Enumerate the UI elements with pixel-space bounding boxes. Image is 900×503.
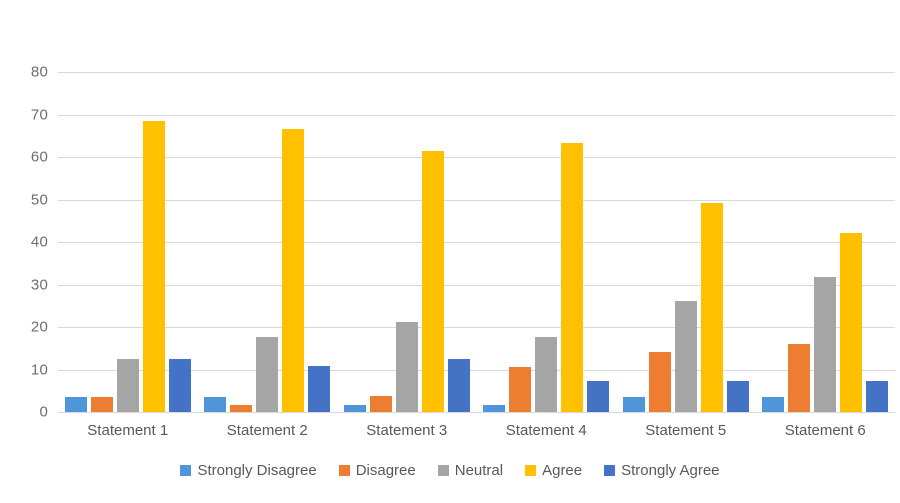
legend-label: Strongly Agree bbox=[621, 462, 720, 479]
bar bbox=[308, 366, 331, 412]
bar bbox=[726, 381, 749, 412]
bar bbox=[648, 352, 671, 412]
bar bbox=[788, 344, 811, 412]
y-tick-label: 80 bbox=[30, 63, 48, 81]
bar bbox=[814, 277, 837, 412]
bar bbox=[700, 203, 723, 412]
bar bbox=[421, 151, 444, 412]
legend-swatch-icon bbox=[525, 465, 537, 476]
legend-label: Disagree bbox=[355, 462, 416, 479]
bar bbox=[587, 381, 610, 412]
legend-label: Agree bbox=[542, 462, 583, 479]
x-tick-label: Statement 4 bbox=[505, 422, 587, 439]
legend-swatch-icon bbox=[180, 465, 192, 476]
legend-label: Neutral bbox=[454, 462, 504, 479]
legend-item[interactable]: Disagree bbox=[338, 462, 416, 479]
x-tick-label: Statement 2 bbox=[226, 422, 308, 439]
chart-legend: Strongly Disagree Disagree Neutral Agree Str… bbox=[0, 462, 900, 479]
y-tick-label: 70 bbox=[30, 106, 48, 123]
y-tick-label: 40 bbox=[30, 233, 48, 251]
bar-group bbox=[58, 72, 198, 413]
legend-item[interactable]: Agree bbox=[525, 462, 582, 479]
bar bbox=[204, 396, 227, 412]
x-tick-label: Statement 5 bbox=[645, 422, 727, 439]
y-axis: 80 70 60 50 40 30 20 10 0 bbox=[0, 0, 48, 503]
legend-swatch-icon bbox=[604, 465, 616, 476]
legend-swatch-icon bbox=[338, 465, 350, 476]
bar bbox=[840, 232, 863, 412]
y-tick-label: 30 bbox=[30, 276, 48, 293]
bar bbox=[395, 322, 418, 412]
bar-group bbox=[756, 72, 896, 413]
x-tick-label: Statement 1 bbox=[87, 422, 169, 439]
bar bbox=[762, 397, 785, 412]
bar bbox=[64, 396, 87, 412]
bar bbox=[90, 396, 113, 412]
bar bbox=[866, 381, 889, 412]
bar bbox=[622, 397, 645, 412]
legend-item[interactable]: Strongly Agree bbox=[604, 462, 720, 479]
y-tick-label: 60 bbox=[30, 148, 48, 166]
bar bbox=[561, 142, 584, 412]
bar bbox=[282, 129, 305, 412]
bar bbox=[369, 396, 392, 412]
y-tick-label: 50 bbox=[30, 191, 48, 208]
bar-group bbox=[198, 72, 338, 413]
bar-group bbox=[477, 72, 617, 413]
legend-label: Strongly Disagree bbox=[197, 462, 317, 479]
bar bbox=[142, 121, 165, 412]
bar bbox=[447, 358, 470, 412]
bar-chart: 80 70 60 50 40 30 20 10 0 Statement 1 Statement 2… bbox=[0, 0, 900, 503]
legend-item[interactable]: Neutral bbox=[437, 462, 504, 479]
x-axis: Statement 1 Statement 2 Statement 3 Stateme… bbox=[58, 422, 895, 448]
bar bbox=[168, 359, 191, 412]
bar bbox=[116, 359, 139, 412]
x-tick-label: Statement 3 bbox=[366, 422, 448, 439]
bar-group bbox=[616, 72, 756, 413]
y-tick-label: 0 bbox=[39, 403, 48, 421]
legend-item[interactable]: Strongly Disagree bbox=[180, 462, 317, 479]
bar bbox=[674, 300, 697, 412]
bar bbox=[256, 336, 279, 412]
bar bbox=[483, 405, 506, 412]
bar-group bbox=[337, 72, 477, 413]
y-tick-label: 10 bbox=[30, 361, 48, 378]
bar bbox=[343, 405, 366, 412]
x-tick-label: Statement 6 bbox=[784, 422, 866, 439]
y-tick-label: 20 bbox=[30, 318, 48, 336]
bar bbox=[230, 405, 253, 412]
legend-swatch-icon bbox=[437, 465, 449, 476]
bars-layer bbox=[58, 72, 895, 413]
bar bbox=[509, 366, 532, 412]
bar bbox=[535, 336, 558, 412]
